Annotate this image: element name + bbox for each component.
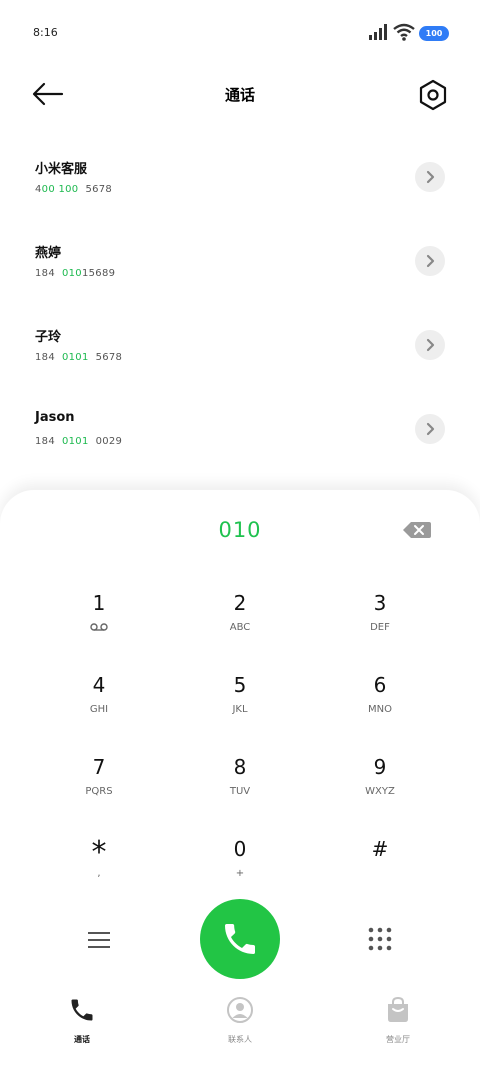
contact-number: 400 100 5678 [35, 184, 112, 195]
number-match-highlight: 0101 [61, 436, 89, 447]
menu-icon[interactable] [86, 930, 112, 950]
chevron-right-icon [426, 338, 435, 352]
key-digit: 5 [233, 673, 247, 697]
dialpad-key[interactable]: 7 PQRS [49, 754, 149, 824]
contact-detail-button[interactable] [415, 162, 445, 192]
header: 通话 [0, 70, 480, 118]
number-segment: 5678 [78, 184, 113, 195]
key-letters: ABC [229, 622, 251, 633]
contact-name: 燕婷 [35, 246, 62, 261]
key-letters: TUV [229, 786, 251, 797]
contact-row[interactable]: 燕婷 184 01015689 [0, 242, 480, 326]
contact-detail-button[interactable] [415, 330, 445, 360]
key-digit: 4 [92, 673, 106, 697]
key-digit: 8 [233, 755, 247, 779]
key-letters: DEF [370, 622, 390, 633]
key-digit: 0 [233, 837, 247, 861]
key-digit: 1 [92, 591, 106, 615]
key-digit: # [371, 837, 389, 861]
number-segment: 184 [35, 268, 62, 279]
contact-row[interactable]: Jason 184 0101 0029 [0, 410, 480, 494]
number-match-highlight: 00 [41, 184, 55, 195]
phone-call-icon [225, 924, 255, 954]
tab-calls[interactable]: 通话 [22, 996, 142, 1056]
contact-number: 184 0101 0029 [35, 436, 122, 447]
number-match-highlight: 0101 [61, 352, 89, 363]
signal-icon [369, 24, 387, 40]
contact-row[interactable]: 子玲 184 0101 5678 [0, 326, 480, 410]
contact-number: 184 0101 5678 [35, 352, 122, 363]
chevron-right-icon [426, 422, 435, 436]
backspace-icon[interactable] [402, 520, 432, 540]
key-letters: + [235, 868, 245, 879]
tab-label: 联系人 [228, 1035, 252, 1044]
dialpad-key[interactable]: 2 ABC [190, 590, 290, 660]
key-digit: 3 [373, 591, 387, 615]
contact-name: 小米客服 [35, 162, 88, 177]
dialpad-key[interactable]: 8 TUV [190, 754, 290, 824]
contact-detail-button[interactable] [415, 414, 445, 444]
contact-row[interactable]: 小米客服 400 100 5678 [0, 158, 480, 242]
contact-number: 184 01015689 [35, 268, 115, 279]
key-digit: * [91, 835, 107, 870]
key-digit: 7 [92, 755, 106, 779]
dialpad-key[interactable]: 6 MNO [330, 672, 430, 742]
dialpad-key[interactable]: 5 JKL [190, 672, 290, 742]
number-match-highlight: 100 [58, 184, 79, 195]
dialpad-key[interactable]: 1 [49, 590, 149, 660]
tab-contacts[interactable]: 联系人 [180, 996, 300, 1056]
key-letters: JKL [232, 704, 248, 715]
number-match-highlight: 010 [61, 268, 82, 279]
key-digit: 6 [373, 673, 387, 697]
dialpad-panel: 010 1 2 ABC 3 DEF 4 GHI 5 JKL 6 MNO 7 PQRS 8 TUV 9 WXYZ *… [0, 490, 480, 1067]
bottom-tab-bar: 通话 联系人 营业厅 [0, 996, 480, 1067]
person-icon [227, 997, 253, 1023]
settings-icon[interactable] [416, 78, 450, 112]
key-letters: MNO [368, 704, 392, 715]
chevron-right-icon [426, 254, 435, 268]
number-segment: 184 [35, 352, 62, 363]
number-segment: 15689 [81, 268, 116, 279]
key-letters: WXYZ [365, 786, 395, 797]
page-title: 通话 [224, 86, 255, 104]
status-bar: 8:16 100 [0, 0, 480, 64]
phone-icon [71, 999, 93, 1021]
dialpad-key[interactable]: 4 GHI [49, 672, 149, 742]
voicemail-icon [49, 622, 149, 634]
number-segment: 184 [35, 436, 62, 447]
keypad-grid-icon[interactable] [367, 926, 393, 952]
bag-icon [388, 996, 408, 1022]
tab-service-hall[interactable]: 营业厅 [338, 996, 458, 1056]
dialpad-key[interactable]: 9 WXYZ [330, 754, 430, 824]
wifi-icon [393, 23, 415, 41]
key-letters: PQRS [85, 786, 113, 797]
number-segment: 0029 [88, 436, 123, 447]
key-letters [330, 868, 430, 880]
contact-detail-button[interactable] [415, 246, 445, 276]
contact-name: 子玲 [35, 330, 62, 345]
dialpad-key[interactable]: 3 DEF [330, 590, 430, 660]
call-button[interactable] [200, 899, 280, 979]
key-letters: , [97, 868, 101, 879]
number-segment: 4 [35, 184, 42, 195]
key-digit: 2 [233, 591, 247, 615]
status-time: 8:16 [33, 26, 58, 39]
number-segment: 5678 [88, 352, 123, 363]
contact-name: Jason [35, 410, 75, 425]
tab-label: 通话 [74, 1035, 90, 1044]
battery-indicator: 100 [419, 26, 449, 41]
key-letters: GHI [89, 704, 109, 715]
key-digit: 9 [373, 755, 387, 779]
tab-label: 营业厅 [386, 1035, 410, 1044]
dialpad-key[interactable]: 0 + [190, 836, 290, 906]
dialpad-key[interactable]: *, [49, 836, 149, 906]
dialpad-key[interactable]: # [330, 836, 430, 906]
chevron-right-icon [426, 170, 435, 184]
